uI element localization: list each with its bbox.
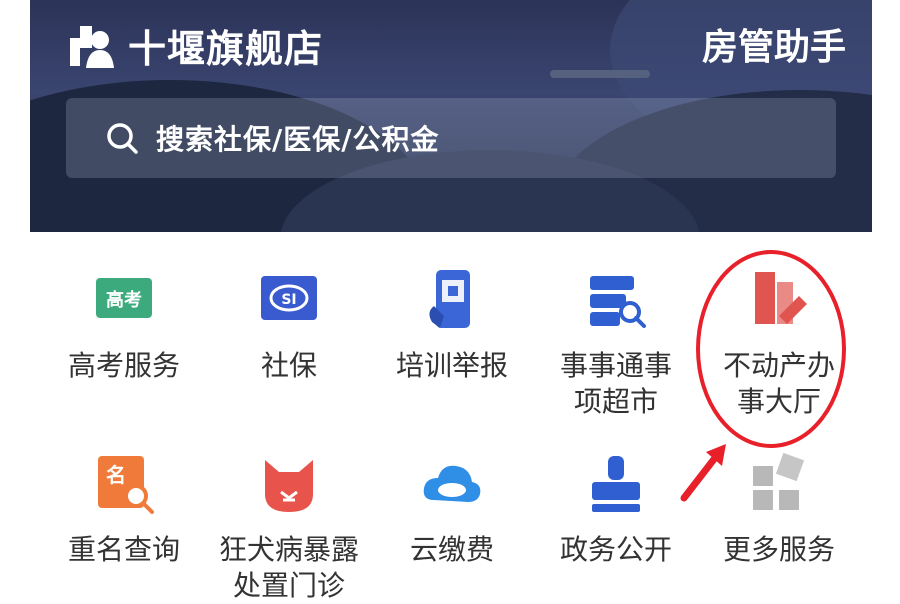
social-security-icon: SI [257, 268, 321, 332]
name-search-icon-text: 名 [106, 463, 126, 487]
svg-text:SI: SI [281, 292, 296, 308]
tickets-search-icon [584, 268, 648, 332]
header-banner: 十堰旗舰店 房管助手 搜索社保/医保/公积金 [30, 0, 872, 232]
service-label: 培训举报 [395, 349, 508, 382]
service-name-search[interactable]: 名 重名查询 [44, 452, 204, 568]
service-label: 重名查询 [67, 533, 180, 566]
search-input[interactable]: 搜索社保/医保/公积金 [66, 98, 836, 178]
helper-title[interactable]: 房管助手 [702, 18, 846, 70]
service-gaokao[interactable]: 高考 高考服务 [44, 268, 204, 384]
name-search-icon: 名 [92, 452, 156, 516]
service-label: 政务公开 [559, 533, 672, 566]
service-social-security[interactable]: SI 社保 [209, 268, 369, 384]
service-label: 社保 [260, 349, 317, 382]
service-label: 事事通事项超市 [559, 349, 672, 418]
cat-face-icon [257, 452, 321, 516]
service-label: 更多服务 [722, 533, 835, 566]
person-building-icon [68, 24, 116, 68]
search-placeholder: 搜索社保/医保/公积金 [156, 123, 440, 156]
highlight-circle [696, 250, 846, 448]
gaokao-icon: 高考 [92, 268, 156, 332]
service-label: 狂犬病暴露处置门诊 [218, 533, 359, 602]
app-logo: 十堰旗舰店 [68, 18, 323, 73]
gaokao-icon-text: 高考 [106, 289, 142, 311]
service-cloud-payment[interactable]: 云缴费 [372, 452, 532, 568]
service-training-report[interactable]: 培训举报 [372, 268, 532, 384]
phone-scan-icon [420, 268, 484, 332]
service-label: 云缴费 [409, 533, 494, 566]
cloud-icon [420, 452, 484, 516]
stamp-icon [584, 452, 648, 516]
grid-more-icon [747, 452, 811, 516]
service-label: 高考服务 [67, 349, 180, 382]
app-title: 十堰旗舰店 [128, 27, 324, 71]
service-shishitong[interactable]: 事事通事项超市 [536, 268, 696, 420]
annotation-arrow-icon [680, 444, 726, 502]
search-icon [106, 122, 138, 154]
service-rabies[interactable]: 狂犬病暴露处置门诊 [209, 452, 369, 604]
banner-scenery [550, 70, 650, 78]
